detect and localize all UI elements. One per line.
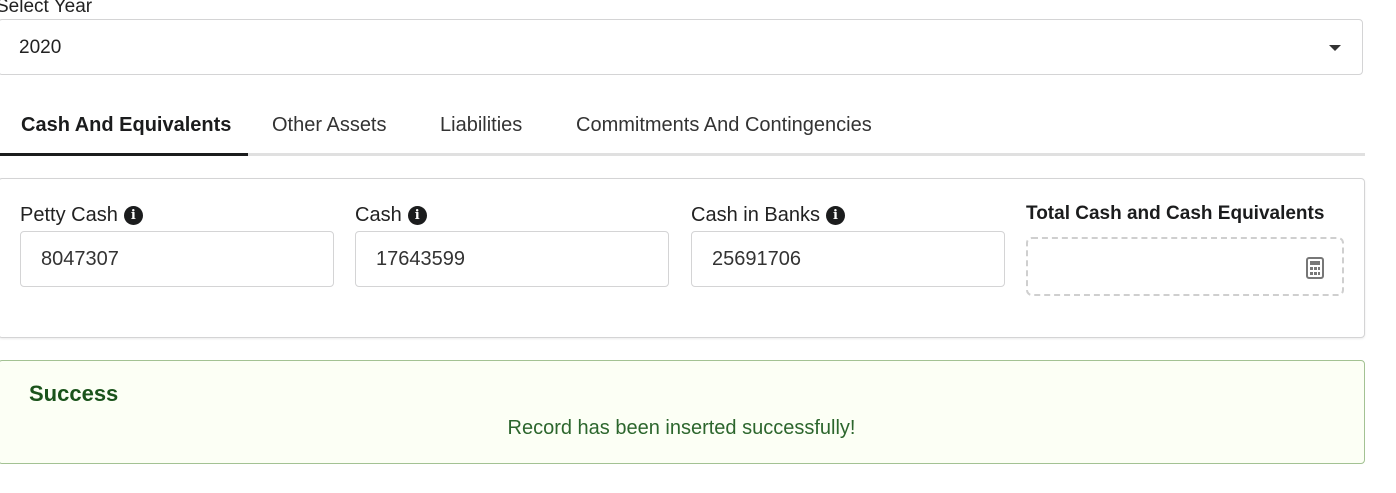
calculator-icon [1306, 257, 1324, 279]
cash-label: Cash i [355, 204, 427, 227]
petty-cash-label: Petty Cash i [20, 204, 143, 227]
cash-in-banks-input[interactable] [691, 231, 1005, 287]
cash-in-banks-label: Cash in Banks i [691, 204, 845, 227]
year-select-value: 2020 [19, 37, 62, 58]
info-icon[interactable]: i [123, 206, 143, 225]
cash-form-card: Petty Cash i Cash i Cash in Banks i Tota… [0, 178, 1365, 338]
tab-other-assets[interactable]: Other Assets [272, 114, 387, 137]
success-text: Record has been inserted successfully! [507, 417, 856, 439]
tab-commitments-and-contingencies[interactable]: Commitments And Contingencies [576, 114, 872, 137]
petty-cash-label-text: Petty Cash [20, 204, 118, 226]
cash-in-banks-label-text: Cash in Banks [691, 204, 820, 226]
tab-bar: Cash And Equivalents Other Assets Liabil… [0, 100, 1365, 156]
cash-label-text: Cash [355, 204, 402, 226]
tab-cash-and-equivalents[interactable]: Cash And Equivalents [21, 114, 231, 137]
total-cash-field [1026, 237, 1344, 296]
total-cash-label: Total Cash and Cash Equivalents [1026, 203, 1325, 224]
success-title: Success [29, 381, 119, 406]
info-icon[interactable]: i [825, 206, 845, 225]
active-tab-indicator [0, 153, 248, 156]
success-message: Success Record has been inserted success… [0, 360, 1365, 464]
cash-input[interactable] [355, 231, 669, 287]
info-icon[interactable]: i [407, 206, 427, 225]
petty-cash-input[interactable] [20, 231, 334, 287]
year-select-dropdown[interactable]: 2020 [0, 19, 1363, 75]
tab-liabilities[interactable]: Liabilities [440, 114, 522, 137]
page: Select Year 2020 Cash And Equivalents Ot… [0, 0, 1396, 493]
caret-down-icon [1329, 45, 1341, 51]
year-select-label: Select Year [0, 0, 93, 17]
